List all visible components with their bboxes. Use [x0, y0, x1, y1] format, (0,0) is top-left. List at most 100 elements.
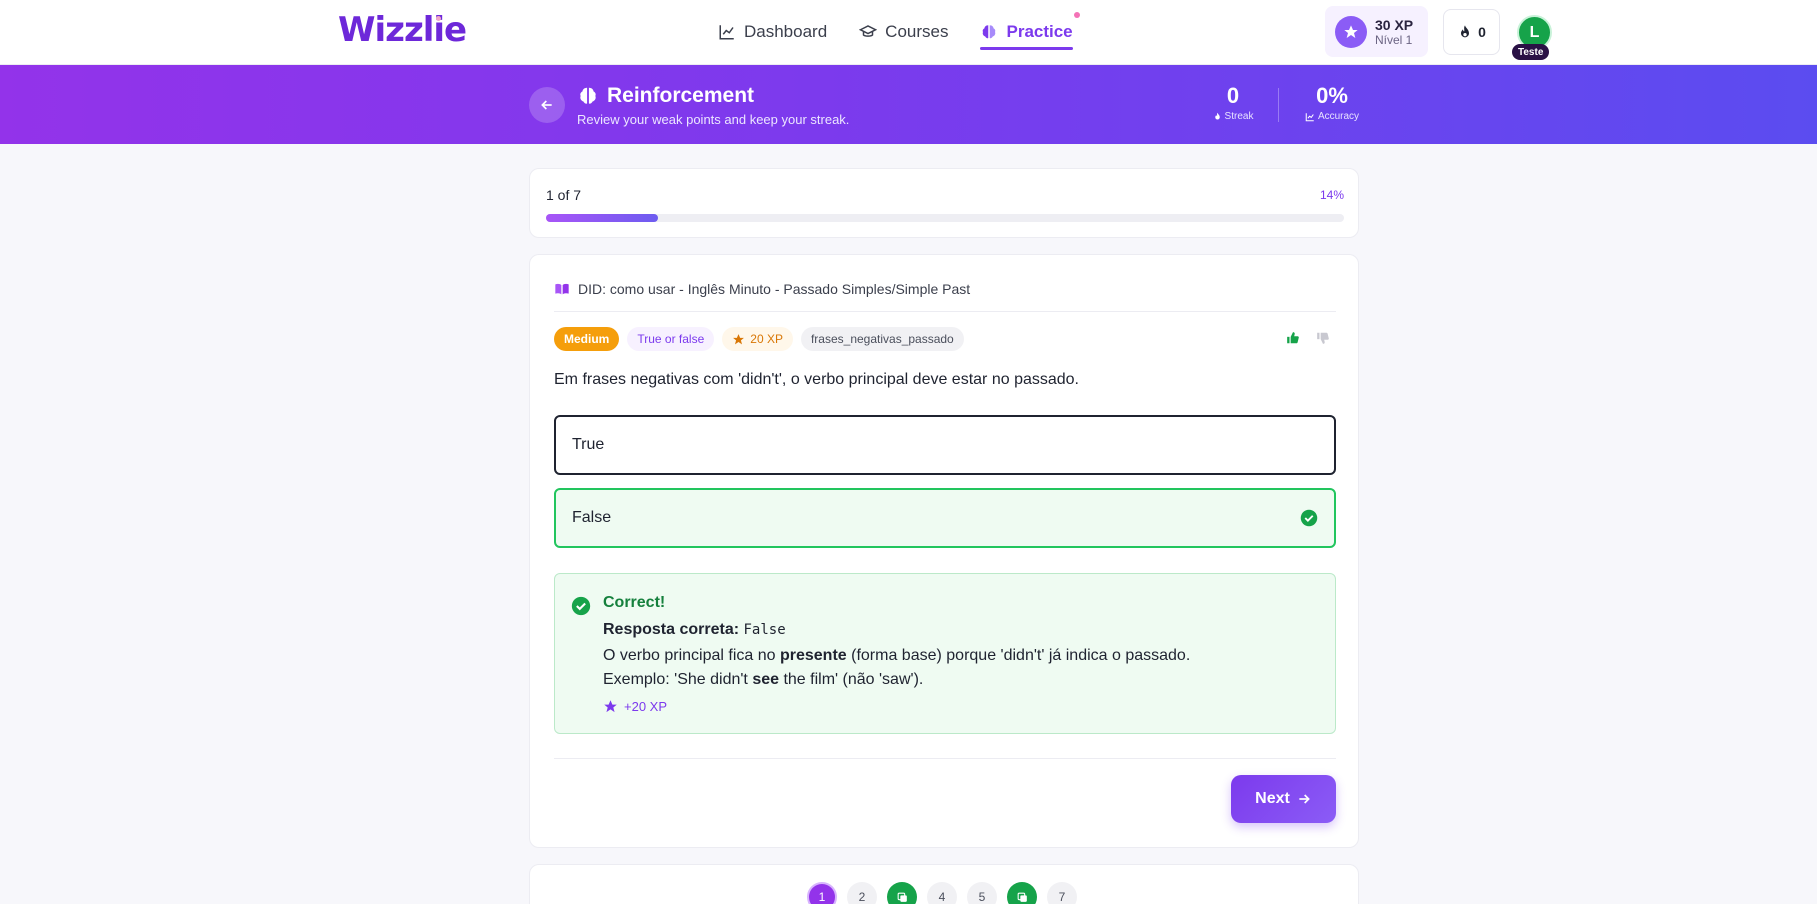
feedback-explanation: O verbo principal fica no presente (form… — [603, 644, 1303, 692]
divider — [554, 758, 1336, 759]
thumbs-up-icon[interactable] — [1286, 331, 1300, 345]
difficulty-badge: Medium — [554, 327, 620, 351]
thumbs-down-icon[interactable] — [1316, 331, 1330, 345]
question-text: Em frases negativas com 'didn't', o verb… — [554, 371, 1079, 388]
topic-badge: frases_negativas_passado — [800, 327, 964, 351]
progress-card: 1 of 7 14% — [529, 168, 1359, 238]
streak-counter[interactable]: 0 — [1443, 9, 1500, 55]
xp-gained-text: +20 XP — [624, 699, 668, 714]
back-button[interactable] — [529, 87, 565, 123]
star-icon — [604, 700, 617, 713]
copy-icon — [1017, 892, 1027, 902]
answer-option-label: False — [572, 509, 612, 526]
brain-icon — [983, 25, 996, 39]
progress-label: 1 of 7 — [546, 187, 582, 203]
nav-item-courses[interactable]: Courses — [859, 17, 948, 47]
question-page-dot[interactable] — [887, 882, 917, 904]
question-page-dot[interactable]: 7 — [1047, 882, 1077, 904]
question-page-number: 4 — [938, 890, 946, 904]
flame-icon — [1214, 112, 1220, 120]
flame-icon — [1461, 25, 1470, 38]
question-page-dot[interactable]: 1 — [807, 882, 837, 904]
question-page-dot[interactable]: 2 — [847, 882, 877, 904]
practice-banner — [0, 65, 1817, 144]
accuracy-stat: 0% Accuracy — [1300, 83, 1364, 122]
divider — [554, 311, 1336, 312]
question-feedback-votes — [1286, 331, 1330, 345]
question-source: DID: como usar - Inglês Minuto - Passado… — [554, 281, 970, 297]
stat-divider — [1278, 88, 1279, 122]
correct-answer-value: False — [743, 622, 786, 638]
progress-track — [546, 214, 1344, 222]
xp-reward-text: 20 XP — [750, 332, 783, 346]
answer-option-true[interactable]: True — [554, 415, 1336, 475]
question-page-number: 5 — [978, 890, 986, 904]
question-tags: Medium True or false 20 XP frases_negati… — [554, 327, 964, 351]
explanation-text: the film' (não 'saw'). — [779, 671, 924, 688]
next-button-label: Next — [1255, 790, 1290, 807]
nav-item-dashboard[interactable]: Dashboard — [718, 17, 827, 47]
answer-feedback: Correct! Resposta correta: False O verbo… — [554, 573, 1336, 734]
banner-title-text: Reinforcement — [607, 84, 755, 107]
question-card: DID: como usar - Inglês Minuto - Passado… — [529, 254, 1359, 848]
top-navbar: Wizzlie Dashboard Courses Practice 30 XP… — [0, 0, 1817, 65]
main-nav: Dashboard Courses Practice — [718, 12, 1080, 50]
question-page-number: 2 — [858, 890, 866, 904]
progress-fill — [546, 214, 658, 222]
chart-icon — [1305, 112, 1314, 121]
question-page-dot[interactable] — [1007, 882, 1037, 904]
xp-value: 30 XP — [1375, 16, 1414, 33]
answer-option-label: True — [572, 436, 605, 453]
xp-reward-badge: 20 XP — [722, 327, 793, 351]
star-icon — [1335, 15, 1367, 48]
accuracy-stat-value: 0% — [1316, 83, 1348, 108]
next-button[interactable]: Next — [1231, 775, 1336, 823]
streak-stat-label: Streak — [1224, 111, 1254, 122]
xp-summary[interactable]: 30 XP Nível 1 — [1325, 6, 1428, 57]
streak-stat: 0 Streak — [1208, 83, 1258, 122]
brain-icon — [580, 87, 596, 104]
question-type-badge: True or false — [627, 327, 715, 351]
notification-dot — [1073, 12, 1080, 18]
explanation-emphasis: presente — [779, 647, 847, 664]
explanation-text: (forma base) porque 'didn't' já indica o… — [846, 647, 1191, 664]
question-page-dot[interactable]: 4 — [927, 882, 957, 904]
explanation-text: O verbo principal fica no — [603, 647, 780, 664]
question-pagination: 1 2 4 5 7 — [807, 882, 1077, 904]
xp-gained: +20 XP — [603, 699, 667, 714]
question-page-number: 1 — [818, 890, 826, 904]
answer-option-false[interactable]: False — [554, 488, 1336, 548]
nav-label-courses: Courses — [885, 22, 949, 41]
arrow-left-icon — [541, 100, 552, 110]
copy-icon — [897, 892, 907, 902]
level-label: Nível 1 — [1375, 32, 1413, 47]
feedback-title: Correct! — [603, 594, 666, 611]
question-source-text: DID: como usar - Inglês Minuto - Passado… — [578, 281, 971, 297]
banner-subtitle: Review your weak points and keep your st… — [577, 112, 850, 127]
book-open-icon — [555, 283, 569, 295]
progress-percent: 14% — [1319, 188, 1344, 202]
avatar-name-tag: Teste — [1512, 44, 1550, 60]
arrow-right-icon — [1299, 794, 1310, 804]
logo[interactable]: Wizzlie — [338, 10, 467, 50]
accuracy-stat-label: Accuracy — [1317, 111, 1360, 122]
chart-line-icon — [719, 25, 734, 40]
correct-answer-label: Resposta correta: — [603, 621, 740, 638]
explanation-emphasis: see — [752, 671, 780, 688]
explanation-text: Exemplo: 'She didn't — [603, 671, 753, 688]
nav-label-practice: Practice — [1006, 22, 1073, 41]
nav-label-dashboard: Dashboard — [744, 22, 828, 41]
streak-count: 0 — [1478, 24, 1486, 40]
check-circle-icon — [571, 596, 591, 616]
star-icon — [733, 333, 745, 344]
graduation-cap-icon — [859, 25, 878, 37]
check-circle-icon — [1300, 509, 1318, 527]
streak-stat-value: 0 — [1226, 83, 1240, 108]
nav-item-practice[interactable]: Practice — [980, 12, 1080, 50]
banner-title: Reinforcement — [577, 84, 754, 108]
logo-dot-decoration — [436, 16, 441, 21]
question-page-dot[interactable]: 5 — [967, 882, 997, 904]
question-page-number: 7 — [1058, 890, 1066, 904]
correct-answer: Resposta correta: False — [603, 621, 786, 639]
question-pagination-card: 1 2 4 5 7 — [529, 864, 1359, 904]
